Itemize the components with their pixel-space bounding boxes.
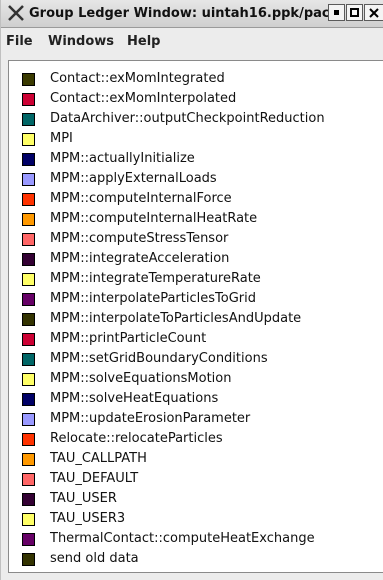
group-color-swatch	[22, 73, 35, 86]
group-label: MPM::setGridBoundaryConditions	[50, 351, 268, 366]
group-color-swatch	[22, 293, 35, 306]
group-color-swatch	[22, 133, 35, 146]
group-label: MPM::solveHeatEquations	[50, 391, 219, 406]
group-entry[interactable]: TAU_USER3	[22, 509, 382, 529]
group-entry[interactable]: MPM::solveEquationsMotion	[22, 369, 382, 389]
group-label: MPM::actuallyInitialize	[50, 151, 195, 166]
x-logo-icon	[8, 5, 24, 21]
group-entry[interactable]: MPM::interpolateParticlesToGrid	[22, 289, 382, 309]
group-entry[interactable]: MPM::interpolateToParticlesAndUpdate	[22, 309, 382, 329]
group-label: send old data	[50, 551, 139, 566]
group-color-swatch	[22, 373, 35, 386]
group-label: Contact::exMomInterpolated	[50, 91, 237, 106]
group-color-swatch	[22, 233, 35, 246]
group-entry[interactable]: MPM::computeStressTensor	[22, 229, 382, 249]
group-entry[interactable]: Contact::exMomIntegrated	[22, 69, 382, 89]
group-color-swatch	[22, 253, 35, 266]
group-entry[interactable]: MPM::computeInternalHeatRate	[22, 209, 382, 229]
group-label: TAU_DEFAULT	[50, 471, 139, 486]
group-ledger-window: Group Ledger Window: uintah16.ppk/packe …	[0, 0, 383, 580]
group-color-swatch	[22, 113, 35, 126]
group-entry[interactable]: ThermalContact::computeHeatExchange	[22, 529, 382, 549]
group-entry[interactable]: TAU_CALLPATH	[22, 449, 382, 469]
group-label: TAU_USER3	[50, 511, 126, 526]
group-color-swatch	[22, 193, 35, 206]
group-color-swatch	[22, 553, 35, 566]
group-entry[interactable]: MPM::computeInternalForce	[22, 189, 382, 209]
group-label: MPM::interpolateParticlesToGrid	[50, 291, 256, 306]
menu-file[interactable]: File	[6, 34, 33, 49]
group-label: MPM::integrateTemperatureRate	[50, 271, 261, 286]
group-label: MPM::updateErosionParameter	[50, 411, 251, 426]
group-color-swatch	[22, 413, 35, 426]
group-entry[interactable]: MPM::applyExternalLoads	[22, 169, 382, 189]
group-label: TAU_USER	[50, 491, 117, 506]
group-entry[interactable]: MPM::actuallyInitialize	[22, 149, 382, 169]
group-entry[interactable]: send old data	[22, 549, 382, 569]
group-color-swatch	[22, 513, 35, 526]
group-entry[interactable]: MPM::updateErosionParameter	[22, 409, 382, 429]
group-color-swatch	[22, 393, 35, 406]
group-color-swatch	[22, 153, 35, 166]
group-entry[interactable]: MPM::solveHeatEquations	[22, 389, 382, 409]
group-entry[interactable]: Relocate::relocateParticles	[22, 429, 382, 449]
group-entry[interactable]: Contact::exMomInterpolated	[22, 89, 382, 109]
group-color-swatch	[22, 533, 35, 546]
group-label: DataArchiver::outputCheckpointReduction	[50, 111, 325, 126]
group-label: MPM::solveEquationsMotion	[50, 371, 232, 386]
title-bar[interactable]: Group Ledger Window: uintah16.ppk/packe	[1, 0, 383, 28]
group-color-swatch	[22, 93, 35, 106]
group-color-swatch	[22, 473, 35, 486]
group-entry[interactable]: MPM::setGridBoundaryConditions	[22, 349, 382, 369]
group-color-swatch	[22, 273, 35, 286]
group-entry[interactable]: MPM::integrateAcceleration	[22, 249, 382, 269]
group-entry[interactable]: TAU_USER	[22, 489, 382, 509]
window-title: Group Ledger Window: uintah16.ppk/packe	[29, 6, 331, 21]
group-label: MPM::interpolateToParticlesAndUpdate	[50, 311, 302, 326]
maximize-button[interactable]	[346, 4, 363, 21]
group-entry[interactable]: TAU_DEFAULT	[22, 469, 382, 489]
group-label: ThermalContact::computeHeatExchange	[50, 531, 315, 546]
menu-help[interactable]: Help	[127, 34, 160, 49]
group-label: MPM::printParticleCount	[50, 331, 207, 346]
group-label: MPM::computeInternalForce	[50, 191, 232, 206]
group-entry[interactable]: MPI	[22, 129, 382, 149]
maximize-icon	[350, 8, 359, 17]
minimize-button[interactable]	[328, 4, 345, 21]
group-color-swatch	[22, 453, 35, 466]
group-color-swatch	[22, 173, 35, 186]
group-entry[interactable]: DataArchiver::outputCheckpointReduction	[22, 109, 382, 129]
group-entry[interactable]: MPM::printParticleCount	[22, 329, 382, 349]
group-color-swatch	[22, 353, 35, 366]
group-entry[interactable]: MPM::integrateTemperatureRate	[22, 269, 382, 289]
window-bottom-edge	[8, 573, 383, 580]
group-color-swatch	[22, 433, 35, 446]
close-icon	[369, 8, 379, 18]
group-label: MPM::integrateAcceleration	[50, 251, 230, 266]
group-label: TAU_CALLPATH	[50, 451, 147, 466]
minimize-icon	[334, 10, 339, 15]
group-label: MPI	[50, 131, 73, 146]
group-label: MPM::applyExternalLoads	[50, 171, 217, 186]
menu-windows[interactable]: Windows	[48, 34, 114, 49]
group-label: Relocate::relocateParticles	[50, 431, 223, 446]
menu-bar: File Windows Help	[1, 28, 383, 53]
group-color-swatch	[22, 313, 35, 326]
group-color-swatch	[22, 213, 35, 226]
group-color-swatch	[22, 333, 35, 346]
group-ledger-list: Contact::exMomIntegrated Contact::exMomI…	[8, 60, 383, 573]
group-color-swatch	[22, 493, 35, 506]
group-label: MPM::computeInternalHeatRate	[50, 211, 258, 226]
group-label: MPM::computeStressTensor	[50, 231, 229, 246]
close-button[interactable]	[364, 4, 383, 21]
group-label: Contact::exMomIntegrated	[50, 71, 225, 86]
